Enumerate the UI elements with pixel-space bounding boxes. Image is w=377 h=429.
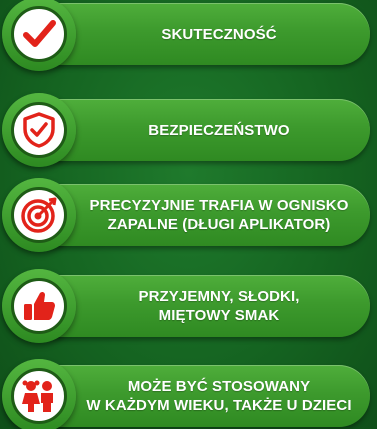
feature-all-ages: MOŻE BYĆ STOSOWANY W KAŻDYM WIEKU, TAKŻE…: [2, 359, 372, 429]
feature-badge: [2, 269, 76, 343]
target-icon: [20, 196, 58, 234]
children-icon: [20, 378, 58, 414]
features-list: SKUTECZNOŚĆ BEZPIECZEŃSTWO PRECYZYJNIE T…: [0, 0, 377, 429]
feature-label: BEZPIECZEŃSTWO: [76, 99, 362, 161]
feature-label-line: SKUTECZNOŚĆ: [161, 25, 277, 43]
feature-precision: PRECYZYJNIE TRAFIA W OGNISKO ZAPALNE (DŁ…: [2, 178, 372, 252]
feature-label: PRECYZYJNIE TRAFIA W OGNISKO ZAPALNE (DŁ…: [76, 184, 362, 246]
feature-label-line: PRZYJEMNY, SŁODKI,: [138, 288, 300, 305]
shield-check-icon: [22, 112, 56, 148]
feature-label-line: PRECYZYJNIE TRAFIA W OGNISKO: [89, 197, 349, 214]
checkmark-icon: [21, 16, 57, 52]
feature-badge: [2, 93, 76, 167]
feature-label-line: ZAPALNE (DŁUGI APLIKATOR): [107, 216, 331, 233]
feature-label-line: W KAŻDYM WIEKU, TAKŻE U DZIECI: [86, 397, 352, 414]
feature-taste: PRZYJEMNY, SŁODKI, MIĘTOWY SMAK: [2, 269, 372, 343]
feature-label-line: BEZPIECZEŃSTWO: [148, 121, 290, 139]
feature-label-line: MIĘTOWY SMAK: [158, 307, 280, 324]
feature-effectiveness: SKUTECZNOŚĆ: [2, 0, 372, 71]
feature-badge: [2, 178, 76, 252]
feature-label: PRZYJEMNY, SŁODKI, MIĘTOWY SMAK: [76, 275, 362, 337]
feature-label: SKUTECZNOŚĆ: [76, 3, 362, 65]
feature-badge: [2, 0, 76, 71]
feature-label: MOŻE BYĆ STOSOWANY W KAŻDYM WIEKU, TAKŻE…: [76, 365, 362, 427]
thumbs-up-icon: [21, 288, 57, 324]
feature-badge: [2, 359, 76, 429]
feature-label-line: MOŻE BYĆ STOSOWANY: [127, 378, 311, 395]
feature-safety: BEZPIECZEŃSTWO: [2, 93, 372, 167]
